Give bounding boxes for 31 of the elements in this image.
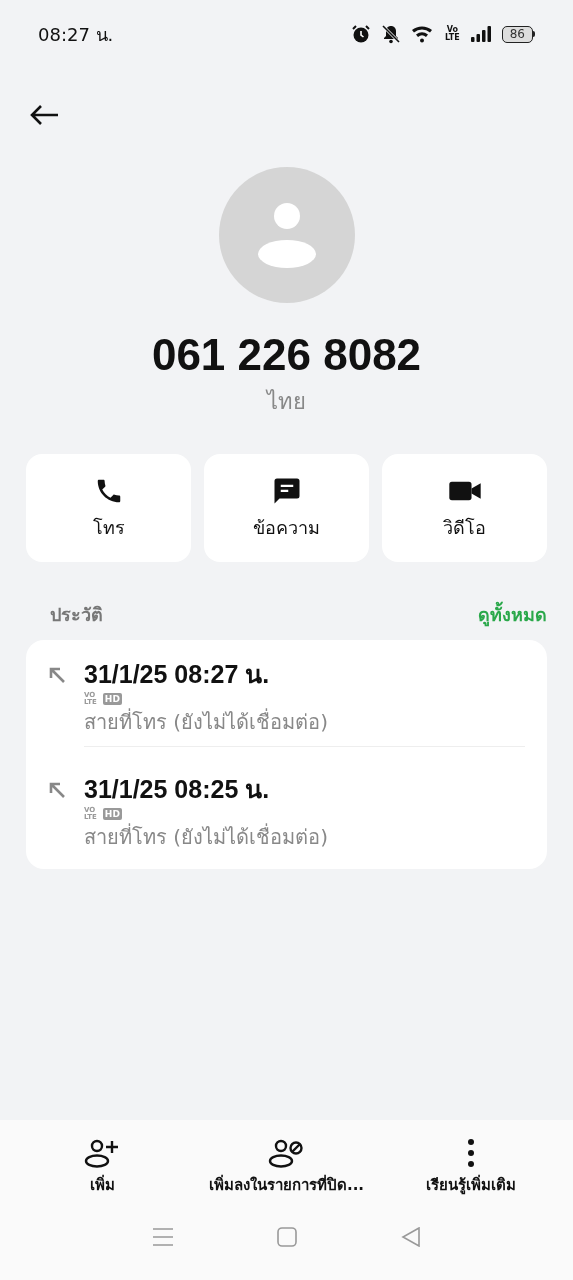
person-icon	[256, 202, 317, 268]
number-location: ไทย	[267, 388, 306, 416]
bottom-action-button[interactable]: เพิ่มลงในรายการที่ปิด...	[194, 1138, 379, 1197]
bottom-action-button[interactable]: เรียนรู้เพิ่มเติม	[378, 1138, 563, 1197]
action-button[interactable]: ข้อความ	[204, 454, 369, 562]
call-status: สายที่โทร (ยังไม่ได้เชื่อมต่อ)	[84, 708, 328, 736]
status-time: 08:27 น.	[38, 22, 114, 47]
outgoing-call-icon	[48, 781, 66, 799]
volte-status-label: Vo LTE	[445, 26, 460, 42]
hd-badge: HD	[102, 693, 122, 705]
action-button[interactable]: วิดีโอ	[382, 454, 547, 562]
call-status: สายที่โทร (ยังไม่ได้เชื่อมต่อ)	[84, 823, 328, 851]
bottom-action-button[interactable]: เพิ่ม	[10, 1138, 195, 1197]
history-heading: ประวัติ	[50, 602, 103, 627]
phone-number: 061 226 8082	[151, 329, 422, 381]
alarm-icon	[351, 24, 372, 44]
call-time: 31/1/25 08:27 น.	[84, 659, 271, 690]
menu-icon[interactable]	[151, 1226, 174, 1247]
back-icon[interactable]	[401, 1226, 422, 1247]
muted-bell-icon	[381, 24, 402, 44]
back-arrow-icon	[28, 103, 60, 127]
block-person-icon	[268, 1138, 305, 1168]
more-icon	[466, 1138, 475, 1168]
home-icon[interactable]	[277, 1226, 298, 1247]
add-person-icon	[84, 1138, 121, 1168]
action-button[interactable]: โทร	[26, 454, 191, 562]
hd-badge: HD	[102, 808, 122, 820]
battery-indicator: 86	[501, 25, 535, 43]
outgoing-call-icon	[48, 666, 66, 684]
call-time: 31/1/25 08:25 น.	[84, 774, 271, 805]
signal-icon	[469, 25, 492, 43]
